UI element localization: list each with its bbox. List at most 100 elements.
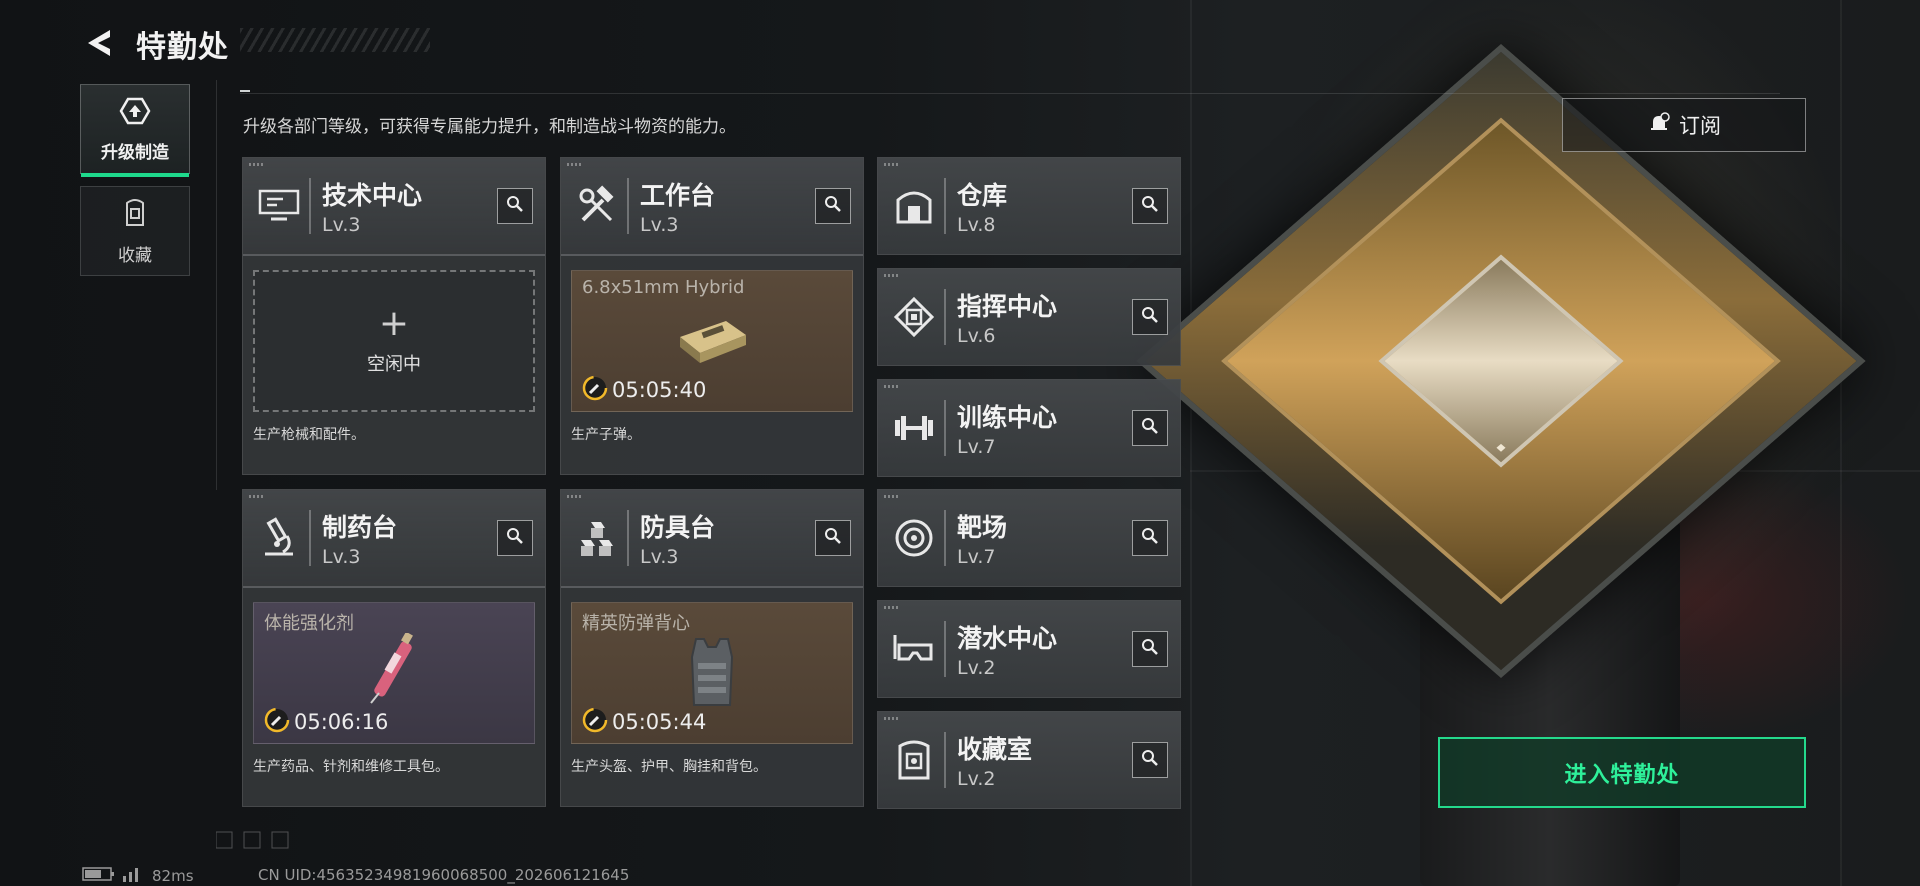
- station-card-armor-bench: 防具台 Lv.3 精英防弹背心 05:05:44 生产头盔、护甲、胸挂和背包。: [560, 489, 864, 807]
- station-name: 靶场: [957, 513, 1008, 542]
- station-header[interactable]: 训练中心 Lv.7: [878, 380, 1180, 476]
- station-header[interactable]: 制药台 Lv.3: [243, 490, 545, 588]
- back-arrow-icon[interactable]: [82, 26, 116, 60]
- tab-label: 升级制造: [101, 142, 169, 163]
- item-name: 精英防弹背心: [582, 613, 690, 634]
- station-description: 生产子弹。: [571, 427, 641, 443]
- wrench-clock-icon: [582, 707, 608, 737]
- target-icon: [888, 512, 940, 564]
- station-level: Lv.8: [957, 214, 996, 236]
- page-subtitle: 升级各部门等级，可获得专属能力提升，和制造战斗物资的能力。: [243, 117, 736, 137]
- station-name: 制药台: [322, 513, 398, 542]
- station-name: 工作台: [640, 181, 716, 210]
- station-card-tech-center: 技术中心 Lv.3 + 空闲中 生产枪械和配件。: [242, 157, 546, 475]
- station-name: 收藏室: [957, 735, 1033, 764]
- station-header[interactable]: 收藏室 Lv.2: [878, 712, 1180, 808]
- search-button[interactable]: [1132, 410, 1168, 446]
- tools-icon: [571, 180, 623, 232]
- status-bar: 82ms: [82, 866, 194, 886]
- search-button[interactable]: [1132, 631, 1168, 667]
- enter-button-label: 进入特勤处: [1564, 762, 1680, 788]
- search-button[interactable]: [497, 188, 533, 224]
- computer-icon: [253, 180, 305, 232]
- upgrade-icon: [118, 96, 152, 130]
- station-card-pharmacy: 制药台 Lv.3 体能强化剂 05:06:16 生产药品、针剂和维修工具包。: [242, 489, 546, 807]
- ping-text: 82ms: [152, 867, 194, 885]
- search-button[interactable]: [1132, 520, 1168, 556]
- station-header[interactable]: 技术中心 Lv.3: [243, 158, 545, 256]
- production-slot-active[interactable]: 体能强化剂 05:06:16: [253, 602, 535, 744]
- search-button[interactable]: [1132, 299, 1168, 335]
- vest-icon: [682, 633, 742, 717]
- syringe-icon: [359, 631, 429, 717]
- search-button[interactable]: [497, 520, 533, 556]
- add-icon: +: [378, 303, 410, 344]
- production-slot-idle[interactable]: + 空闲中: [253, 270, 535, 412]
- tab-upgrade-manufacture[interactable]: 升级制造: [80, 84, 190, 177]
- search-icon: [506, 195, 524, 217]
- station-level: Lv.2: [957, 657, 996, 679]
- station-header[interactable]: 靶场 Lv.7: [878, 490, 1180, 586]
- search-button[interactable]: [815, 188, 851, 224]
- divider-tick: [240, 90, 250, 92]
- divider: [216, 80, 217, 490]
- production-slot-active[interactable]: 6.8x51mm Hybrid 05:05:40: [571, 270, 853, 412]
- station-card-diving-center: 潜水中心 Lv.2: [877, 600, 1181, 698]
- station-header[interactable]: 潜水中心 Lv.2: [878, 601, 1180, 697]
- search-icon: [1141, 638, 1159, 660]
- station-name: 技术中心: [322, 181, 423, 210]
- station-card-warehouse: 仓库 Lv.8: [877, 157, 1181, 255]
- enter-special-ops-button[interactable]: 进入特勤处: [1438, 737, 1806, 808]
- station-level: Lv.3: [640, 214, 679, 236]
- station-name: 潜水中心: [957, 624, 1058, 653]
- title-decoration: [240, 28, 430, 52]
- search-icon: [1141, 417, 1159, 439]
- wrench-clock-icon: [582, 375, 608, 405]
- station-card-command-center: 指挥中心 Lv.6: [877, 268, 1181, 366]
- station-header[interactable]: 指挥中心 Lv.6: [878, 269, 1180, 365]
- search-icon: [1141, 306, 1159, 328]
- station-name: 仓库: [957, 181, 1008, 210]
- decorative-marks: [215, 830, 296, 850]
- chip-icon: [888, 291, 940, 343]
- item-name: 体能强化剂: [264, 613, 354, 634]
- bell-plus-icon: [1647, 111, 1671, 139]
- station-card-workbench: 工作台 Lv.3 6.8x51mm Hybrid 05:05:40 生产子弹。: [560, 157, 864, 475]
- search-icon: [506, 527, 524, 549]
- diving-mask-icon: [888, 623, 940, 675]
- microscope-icon: [253, 512, 305, 564]
- subscribe-label: 订阅: [1679, 114, 1721, 138]
- production-slot-active[interactable]: 精英防弹背心 05:05:44: [571, 602, 853, 744]
- station-level: Lv.2: [957, 768, 996, 790]
- uid-text: CN UID:45635234981960068500_202606121645: [258, 866, 630, 884]
- station-header[interactable]: 仓库 Lv.8: [878, 158, 1180, 254]
- station-header[interactable]: 防具台 Lv.3: [561, 490, 863, 588]
- search-button[interactable]: [1132, 188, 1168, 224]
- vault-icon: [888, 734, 940, 786]
- production-timer: 05:06:16: [264, 707, 388, 737]
- search-icon: [824, 195, 842, 217]
- station-description: 生产头盔、护甲、胸挂和背包。: [571, 759, 767, 775]
- tab-label: 收藏: [118, 245, 152, 266]
- search-icon: [1141, 527, 1159, 549]
- production-timer: 05:05:40: [582, 375, 706, 405]
- production-timer: 05:05:44: [582, 707, 706, 737]
- station-card-collection-room: 收藏室 Lv.2: [877, 711, 1181, 809]
- station-name: 防具台: [640, 513, 716, 542]
- search-button[interactable]: [1132, 742, 1168, 778]
- tab-collection[interactable]: 收藏: [80, 186, 190, 276]
- station-level: Lv.3: [322, 546, 361, 568]
- bg-structure-line: [1840, 0, 1842, 886]
- subscribe-button[interactable]: 订阅: [1562, 98, 1806, 152]
- station-header[interactable]: 工作台 Lv.3: [561, 158, 863, 256]
- station-description: 生产枪械和配件。: [253, 427, 365, 443]
- ammo-box-icon: [672, 311, 752, 371]
- station-level: Lv.3: [322, 214, 361, 236]
- item-name: 6.8x51mm Hybrid: [582, 277, 745, 298]
- search-icon: [1141, 749, 1159, 771]
- signal-icon: [122, 866, 144, 886]
- station-level: Lv.7: [957, 546, 996, 568]
- station-level: Lv.6: [957, 325, 996, 347]
- search-button[interactable]: [815, 520, 851, 556]
- battery-icon: [82, 866, 116, 886]
